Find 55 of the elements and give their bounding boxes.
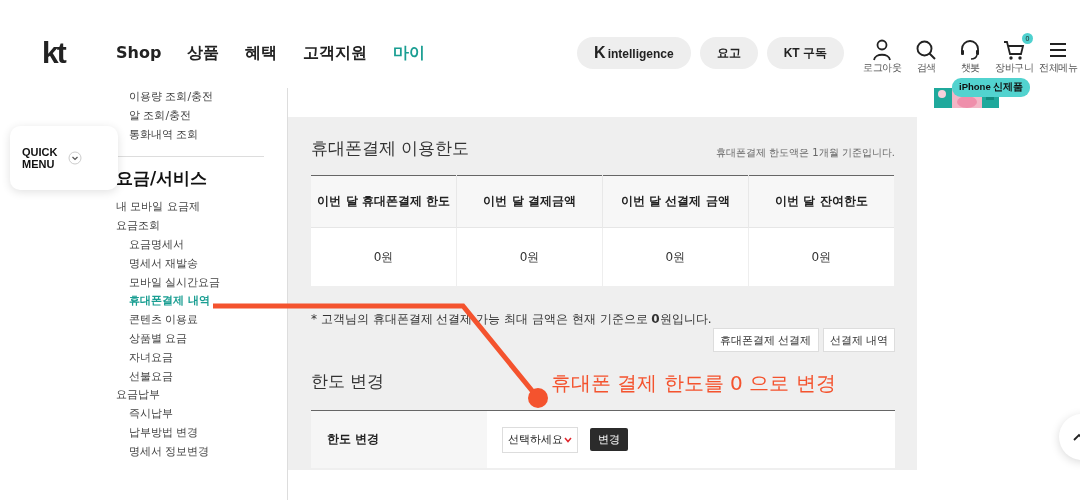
sidebar-item[interactable]: 모바일 실시간요금 [116,273,287,293]
person-icon [871,38,893,61]
sidebar-section-title: 요금/서비스 [116,167,209,191]
sidebar-item[interactable]: 상품별 요금 [116,329,287,349]
kt-logo[interactable]: kt [42,36,72,70]
table-cell: 0원 [602,227,749,286]
change-button[interactable]: 변경 [590,428,628,451]
sidebar-item[interactable]: 요금납부 [116,386,287,406]
service-pill[interactable]: K intelligence [577,37,691,69]
sidebar-item[interactable]: 선불요금 [116,367,287,387]
sidebar-item[interactable]: 납부방법 변경 [116,423,287,443]
sidebar-item[interactable]: 명세서 재발송 [116,254,287,274]
promo-tooltip[interactable]: iPhone 신제품 [952,78,1031,97]
nav-tab[interactable]: 고객지원 [303,42,368,64]
annotation-label: 휴대폰 결제 한도를 0 으로 변경 [551,370,836,397]
service-pill[interactable]: 요고 [699,37,758,69]
column-header: 이번 달 잔여한도 [748,175,894,228]
section-title: 한도 변경 [311,370,385,393]
header-icon-button[interactable]: 검색 [904,31,948,75]
sidebar-item[interactable]: 자녀요금 [116,348,287,368]
quick-menu-button[interactable]: QUICK MENU [10,126,118,190]
sidebar-item[interactable]: 요금명세서 [116,236,287,255]
limit-note: 휴대폰결제 한도액은 1개월 기준입니다. [715,146,895,160]
sidebar-item[interactable]: 알 조회/충전 [116,106,287,126]
header-icon-button[interactable]: 전체메뉴 [1036,31,1080,75]
outline-button[interactable]: 휴대폰결제 선결제 [713,328,819,352]
column-header: 이번 달 휴대폰결제 한도 [311,175,457,228]
service-pill[interactable]: KT 구독 [766,37,844,69]
form-label: 한도 변경 [311,411,487,468]
outline-button[interactable]: 선결제 내역 [822,328,895,352]
headset-icon [959,38,981,61]
column-header: 이번 달 결제금액 [456,175,603,228]
search-icon [915,38,937,61]
nav-tab[interactable]: 상품 [187,42,220,64]
header-icon-button[interactable]: 챗봇 [948,31,992,75]
sidebar-item[interactable]: 명세서 정보변경 [116,442,287,462]
table-cell: 0원 [311,227,457,286]
nav-tab[interactable]: 혜택 [245,42,278,64]
sidebar-item[interactable]: 통화내역 조회 [116,125,287,145]
table-cell: 0원 [456,227,603,286]
limit-select[interactable]: 선택하세요 [502,426,578,453]
section-title: 휴대폰결제 이용한도 [311,137,470,160]
header-icon-button[interactable]: 로그아웃 [860,31,904,75]
cart-icon [1003,38,1025,61]
table-cell: 0원 [748,227,894,286]
footnote: * 고객님의 휴대폰결제 선결제 가능 최대 금액은 현재 기준으로 0원입니다. [311,311,713,328]
sidebar-item[interactable]: 내 모바일 요금제 [116,198,287,218]
sidebar-item[interactable]: 이용량 조회/충전 [116,88,287,107]
sidebar-item[interactable]: 요금조회 [116,217,287,236]
chevron-down-icon [68,151,82,165]
sidebar-item[interactable]: 콘텐츠 이용료 [116,311,287,330]
sidebar-item[interactable]: 즉시납부 [116,405,287,424]
nav-tab[interactable]: Shop [116,42,162,64]
column-header: 이번 달 선결제 금액 [602,175,749,228]
caret-icon [564,436,572,443]
